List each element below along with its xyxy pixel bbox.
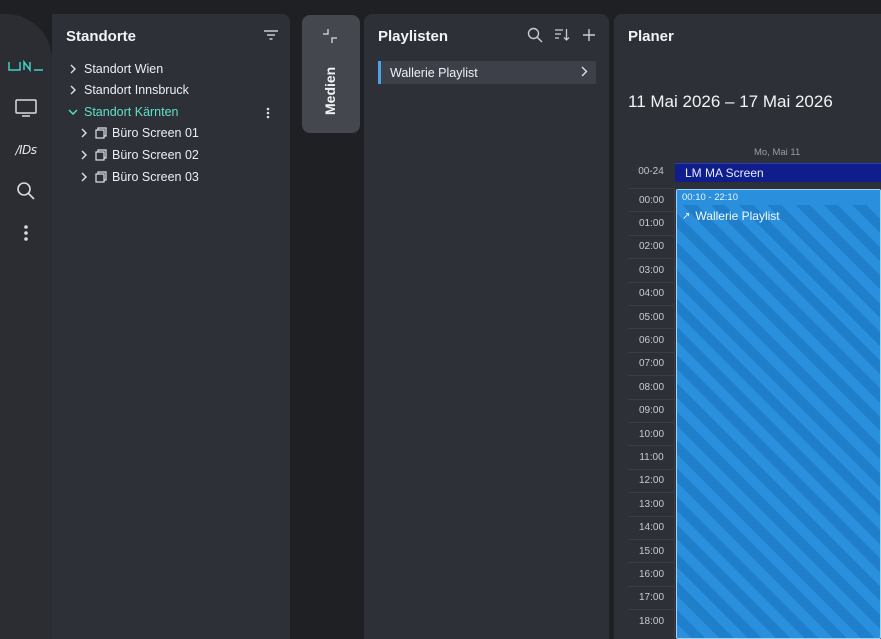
screen-copy-icon (95, 127, 107, 139)
medien-panel-collapsed[interactable]: Medien (302, 15, 360, 133)
time-slot-label: 06:00 (628, 328, 675, 351)
event-title: Wallerie Playlist (695, 209, 780, 223)
time-slot-label: 09:00 (628, 398, 675, 422)
arrow-up-right-icon: ↗ (682, 210, 691, 222)
chevron-down-icon[interactable] (66, 108, 80, 116)
collapse-arrows-icon[interactable] (319, 25, 341, 47)
standorte-panel: Standorte Standort Wien Standort Innsbru… (52, 14, 290, 639)
screen-copy-icon (95, 171, 107, 183)
brand-logo-icon[interactable] (8, 52, 44, 80)
chevron-right-icon[interactable] (580, 66, 588, 80)
time-slot-label: 08:00 (628, 375, 675, 398)
chevron-right-icon[interactable] (77, 128, 91, 138)
tree-item-label: Büro Screen 02 (112, 148, 199, 162)
time-slot-label: 02:00 (628, 234, 675, 258)
playlist-item-label: Wallerie Playlist (390, 65, 478, 80)
time-column: 00:00 01:00 02:00 03:00 04:00 05:00 06:00 07:00… (628, 188, 675, 639)
time-slot-label: 14:00 (628, 515, 675, 539)
tree-item-standort-wien[interactable]: Standort Wien (66, 59, 163, 79)
tree-item-label: Standort Wien (84, 62, 164, 76)
time-slot-label: 12:00 (628, 468, 675, 492)
tree-item-screen[interactable]: Büro Screen 01 (77, 123, 199, 143)
chevron-right-icon[interactable] (66, 64, 80, 74)
calendar-event[interactable]: 00:10 - 22:10 ↗ Wallerie Playlist (676, 189, 881, 639)
screen-copy-icon (95, 149, 107, 161)
allday-event[interactable]: LM MA Screen (675, 163, 881, 182)
tree-item-label: Büro Screen 01 (112, 126, 199, 140)
time-slot-label: 15:00 (628, 539, 675, 562)
time-slot-label: 13:00 (628, 492, 675, 515)
standorte-title: Standorte (66, 28, 137, 45)
time-slot-label: 11:00 (628, 445, 675, 468)
monitor-icon[interactable] (8, 94, 44, 122)
more-vertical-icon[interactable] (8, 219, 44, 247)
event-title-row: ↗ Wallerie Playlist (677, 205, 880, 223)
playlist-item[interactable]: Wallerie Playlist (378, 61, 596, 84)
ads-logo-icon[interactable]: /IDs (8, 136, 44, 164)
time-slot-label: 01:00 (628, 211, 675, 234)
time-slot-label: 03:00 (628, 258, 675, 281)
time-slot-label: 05:00 (628, 305, 675, 328)
time-slot-label: 00:00 (628, 188, 675, 211)
more-vertical-icon[interactable] (257, 102, 279, 124)
playlisten-title: Playlisten (378, 28, 449, 45)
nav-rail: /IDs (0, 14, 52, 639)
planer-panel: Planer 11 Mai 2026 – 17 Mai 2026 Mo, Mai… (614, 14, 881, 639)
time-slot-label: 07:00 (628, 351, 675, 375)
search-icon[interactable] (8, 177, 44, 205)
time-slot-label: 10:00 (628, 422, 675, 445)
tree-item-label: Büro Screen 03 (112, 170, 199, 184)
playlisten-panel: Playlisten Wallerie Playlist (364, 14, 609, 639)
tree-item-label: Standort Kärnten (84, 105, 179, 119)
time-slot-label: 16:00 (628, 562, 675, 585)
time-slot-label: 17:00 (628, 585, 675, 609)
event-time: 00:10 - 22:10 (677, 190, 880, 205)
filter-icon[interactable] (260, 24, 282, 46)
allday-label: 00-24 (638, 166, 664, 177)
chevron-right-icon[interactable] (77, 150, 91, 160)
time-slot-label: 18:00 (628, 609, 675, 632)
date-range: 11 Mai 2026 – 17 Mai 2026 (628, 92, 833, 111)
chevron-right-icon[interactable] (77, 172, 91, 182)
add-icon[interactable] (578, 24, 600, 46)
search-icon[interactable] (524, 24, 546, 46)
tree-item-screen[interactable]: Büro Screen 03 (77, 167, 199, 187)
tree-item-screen[interactable]: Büro Screen 02 (77, 145, 199, 165)
sort-icon[interactable] (551, 24, 573, 46)
time-slot-label: 04:00 (628, 281, 675, 305)
medien-label: Medien (322, 66, 338, 115)
chevron-right-icon[interactable] (66, 85, 80, 95)
tree-item-standort-kaernten[interactable]: Standort Kärnten (66, 102, 179, 122)
planer-title: Planer (628, 28, 674, 45)
tree-item-label: Standort Innsbruck (84, 83, 189, 97)
tree-item-standort-innsbruck[interactable]: Standort Innsbruck (66, 80, 189, 100)
day-header[interactable]: Mo, Mai 11 (754, 147, 800, 158)
